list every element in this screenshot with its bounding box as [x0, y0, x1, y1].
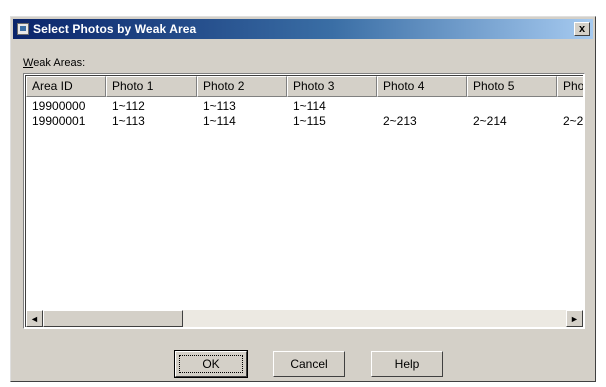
- cancel-button[interactable]: Cancel: [273, 351, 345, 377]
- column-header-photo-3[interactable]: Photo 3: [287, 76, 377, 97]
- weak-areas-label-accelerator: W: [23, 57, 34, 69]
- focus-rectangle: [179, 355, 243, 373]
- close-button[interactable]: x: [574, 22, 590, 36]
- cell-photo-4: [377, 99, 467, 114]
- table-row[interactable]: 19900000 1~112 1~113 1~114: [26, 99, 583, 114]
- dialog-title: Select Photos by Weak Area: [33, 22, 197, 36]
- column-header-photo-4[interactable]: Photo 4: [377, 76, 467, 97]
- select-photos-dialog: Select Photos by Weak Area x Weak Areas:…: [10, 16, 596, 382]
- app-window-icon: [17, 23, 29, 35]
- table-row[interactable]: 19900001 1~113 1~114 1~115 2~213 2~214 2…: [26, 114, 583, 129]
- column-header-photo-1[interactable]: Photo 1: [106, 76, 197, 97]
- cell-area-id: 19900000: [32, 99, 86, 113]
- column-header-area-id[interactable]: Area ID: [26, 76, 106, 97]
- cell-photo-6: [557, 99, 583, 114]
- weak-areas-label-text: eak Areas:: [33, 57, 86, 69]
- column-header-photo-2[interactable]: Photo 2: [197, 76, 287, 97]
- scrollbar-thumb[interactable]: [43, 310, 183, 327]
- cancel-button-label: Cancel: [290, 357, 328, 371]
- weak-areas-label: Weak Areas:: [23, 57, 85, 69]
- weak-areas-list[interactable]: Area ID Photo 1 Photo 2 Photo 3 Photo 4 …: [23, 73, 585, 329]
- title-bar[interactable]: Select Photos by Weak Area x: [13, 19, 593, 39]
- cell-photo-2: 1~114: [203, 114, 236, 128]
- ok-button[interactable]: OK: [174, 350, 248, 378]
- cell-photo-6: 2~215: [563, 114, 583, 128]
- cell-photo-3: 1~115: [293, 114, 326, 128]
- cell-area-id: 19900001: [32, 114, 86, 128]
- horizontal-scrollbar[interactable]: ◄ ►: [26, 310, 583, 327]
- cell-photo-2: 1~113: [203, 99, 236, 113]
- scroll-left-arrow-icon[interactable]: ◄: [26, 310, 43, 327]
- cell-photo-5: 2~214: [473, 114, 507, 128]
- scroll-right-arrow-icon[interactable]: ►: [566, 310, 583, 327]
- cell-photo-3: 1~114: [293, 99, 326, 113]
- column-header-photo-5[interactable]: Photo 5: [467, 76, 557, 97]
- column-header-photo-6[interactable]: Photo: [557, 76, 583, 97]
- cell-photo-4: 2~213: [383, 114, 417, 128]
- help-button-label: Help: [394, 357, 420, 371]
- list-header: Area ID Photo 1 Photo 2 Photo 3 Photo 4 …: [26, 76, 583, 97]
- cell-photo-1: 1~112: [112, 99, 145, 113]
- cell-photo-5: [467, 99, 557, 114]
- help-button[interactable]: Help: [371, 351, 443, 377]
- cell-photo-1: 1~113: [112, 114, 145, 128]
